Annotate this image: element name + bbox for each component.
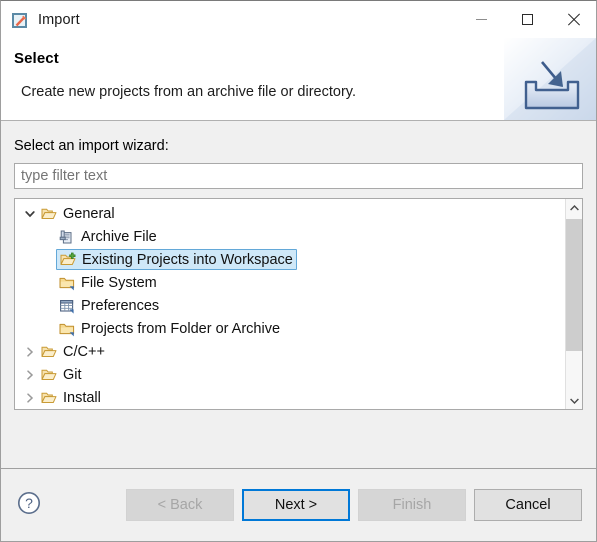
folder-open-icon — [39, 343, 59, 361]
svg-text:?: ? — [25, 495, 33, 511]
chevron-right-icon[interactable] — [21, 386, 39, 409]
tree-item-file-system[interactable]: File System — [15, 271, 565, 294]
folder-open-icon — [39, 366, 59, 384]
scroll-up-arrow-icon[interactable] — [566, 199, 582, 216]
tree-item-label: Install — [63, 389, 101, 406]
tree-item-content: Preferences — [57, 295, 159, 316]
tree-item-install[interactable]: Install — [15, 386, 565, 409]
close-button[interactable] — [550, 1, 596, 38]
help-question-icon: ? — [18, 492, 40, 514]
wizard-banner: Select Create new projects from an archi… — [1, 38, 596, 121]
tree-twisty-placeholder — [39, 225, 57, 248]
tree-item-general[interactable]: General — [15, 202, 565, 225]
tree-item-git[interactable]: Git — [15, 363, 565, 386]
import-wizard-icon — [11, 11, 29, 29]
pen-glyph — [15, 15, 27, 26]
tree-twisty-placeholder — [39, 248, 57, 271]
tree-item-content: Git — [39, 364, 82, 385]
minimize-icon — [475, 19, 487, 20]
chevron-down-icon[interactable] — [21, 202, 39, 225]
cancel-button[interactable]: Cancel — [474, 489, 582, 521]
tree-item-label: Archive File — [81, 228, 157, 245]
window-title: Import — [38, 11, 80, 28]
tree-item-content: C/C++ — [39, 341, 105, 362]
tree-item-existing-projects-into-workspace[interactable]: Existing Projects into Workspace — [15, 248, 565, 271]
back-button: < Back — [126, 489, 234, 521]
tree-item-preferences[interactable]: Preferences — [15, 294, 565, 317]
folder-icon — [57, 274, 77, 292]
tree-item-label: Projects from Folder or Archive — [81, 320, 281, 337]
tree-item-label: File System — [81, 274, 157, 291]
tree-item-label: Preferences — [81, 297, 160, 314]
tree-item-projects-from-folder-or-archive[interactable]: Projects from Folder or Archive — [15, 317, 565, 340]
tree-scrollbar[interactable] — [565, 199, 582, 409]
tree-twisty-placeholder — [39, 271, 57, 294]
scrollbar-thumb[interactable] — [566, 219, 582, 351]
import-tray-arrow-icon — [504, 38, 596, 120]
chevron-right-icon[interactable] — [21, 340, 39, 363]
import-wizard-tree[interactable]: General Archive File Existing Projects int… — [14, 198, 583, 410]
dialog-content: Select an import wizard: General Archive … — [1, 121, 596, 469]
scrollbar-track[interactable] — [566, 216, 582, 392]
tree-item-content: Projects from Folder or Archive — [57, 318, 280, 339]
tree-twisty-placeholder — [39, 294, 57, 317]
tree-item-content: Archive File — [57, 226, 157, 247]
tree-item-label: Existing Projects into Workspace — [82, 251, 293, 268]
tree-item-label: C/C++ — [63, 343, 105, 360]
preferences-icon — [57, 297, 77, 315]
filter-input[interactable] — [14, 163, 583, 189]
archive-file-icon — [57, 228, 77, 246]
tree-item-label: General — [63, 205, 115, 222]
tree-item-c-c[interactable]: C/C++ — [15, 340, 565, 363]
tree-item-label: Git — [63, 366, 82, 383]
folder-open-icon — [39, 389, 59, 407]
maximize-icon — [521, 14, 533, 25]
folder-import-icon — [58, 251, 78, 269]
tree-item-content: File System — [57, 272, 157, 293]
tree-list: General Archive File Existing Projects int… — [15, 199, 565, 409]
select-wizard-label: Select an import wizard: — [14, 138, 169, 154]
help-button[interactable]: ? — [17, 491, 41, 515]
tree-twisty-placeholder — [39, 317, 57, 340]
chevron-right-icon[interactable] — [21, 363, 39, 386]
dialog-footer: ? < Back Next > Finish Cancel — [1, 469, 596, 541]
tree-item-content: Install — [39, 387, 101, 408]
finish-button: Finish — [358, 489, 466, 521]
tree-item-content: Existing Projects into Workspace — [56, 249, 297, 270]
window-controls — [458, 1, 596, 38]
folder-icon — [57, 320, 77, 338]
minimize-button[interactable] — [458, 1, 504, 38]
scroll-down-arrow-icon[interactable] — [566, 392, 582, 409]
folder-open-icon — [39, 205, 59, 223]
close-icon — [567, 13, 580, 26]
tree-item-archive-file[interactable]: Archive File — [15, 225, 565, 248]
title-bar: Import — [1, 1, 596, 38]
import-dialog-window: Import Select Create new projects from a… — [0, 0, 597, 542]
tree-item-content: General — [39, 203, 115, 224]
maximize-button[interactable] — [504, 1, 550, 38]
next-button[interactable]: Next > — [242, 489, 350, 521]
wizard-button-row: < Back Next > Finish Cancel — [126, 489, 582, 521]
